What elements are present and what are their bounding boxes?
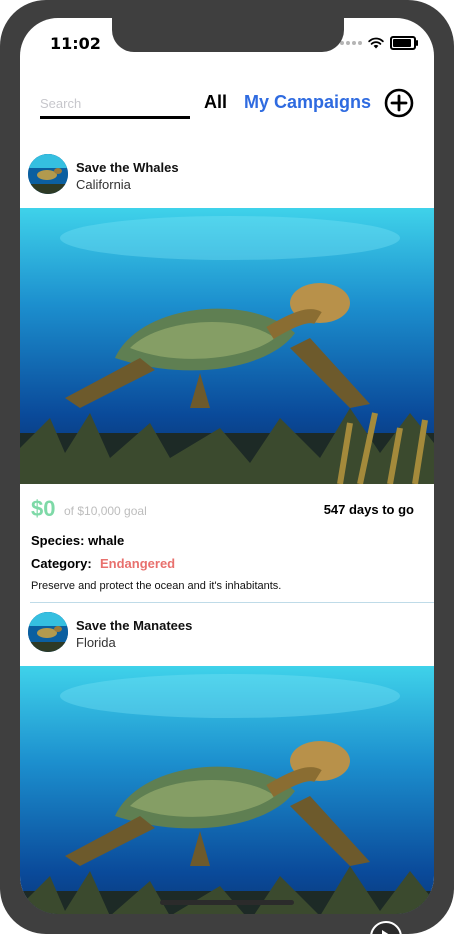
- status-icons: [340, 36, 418, 50]
- campaign-location: Florida: [76, 635, 116, 650]
- top-bar: All My Campaigns: [20, 84, 434, 128]
- signal-icon: [340, 41, 362, 45]
- avatar: [28, 154, 68, 194]
- goal-text: of $10,000 goal: [64, 504, 147, 518]
- battery-icon: [390, 36, 418, 50]
- card-divider: [30, 602, 434, 603]
- campaign-description: Preserve and protect the ocean and it's …: [31, 580, 282, 592]
- sea-turtle-photo: [20, 666, 434, 914]
- campaign-title: Save the Manatees: [76, 618, 193, 633]
- raised-amount: $0: [31, 496, 56, 521]
- campaign-details: $0 of $10,000 goal 547 days to go Specie…: [20, 484, 434, 604]
- campaign-card[interactable]: Save the Whales California $0 of $10,000…: [20, 146, 434, 604]
- category-value: Endangered: [100, 556, 176, 571]
- add-campaign-button[interactable]: [384, 88, 414, 118]
- app-screen: 11:02 All My Campaigns: [20, 18, 434, 914]
- days-remaining: 547 days to go: [323, 502, 414, 517]
- home-indicator[interactable]: [160, 900, 294, 905]
- campaign-header: Save the Whales California: [20, 146, 434, 208]
- campaign-feed: Save the Whales California $0 of $10,000…: [20, 146, 434, 914]
- avatar: [28, 612, 68, 652]
- wifi-icon: [368, 37, 384, 49]
- campaign-header: Save the Manatees Florida: [20, 604, 434, 666]
- category-label: Category:: [31, 556, 92, 571]
- phone-frame: 11:02 All My Campaigns: [0, 0, 454, 934]
- tab-all[interactable]: All: [204, 92, 227, 113]
- campaign-title: Save the Whales: [76, 160, 179, 175]
- campaign-location: California: [76, 177, 131, 192]
- search-input[interactable]: [40, 90, 190, 119]
- species-text: Species: whale: [31, 533, 125, 548]
- status-time: 11:02: [50, 34, 101, 53]
- record-icon: [370, 921, 402, 934]
- sea-turtle-photo: [20, 208, 434, 484]
- campaign-card[interactable]: Save the Manatees Florida: [20, 604, 434, 914]
- device-notch: [112, 18, 344, 52]
- tab-my-campaigns[interactable]: My Campaigns: [244, 92, 371, 113]
